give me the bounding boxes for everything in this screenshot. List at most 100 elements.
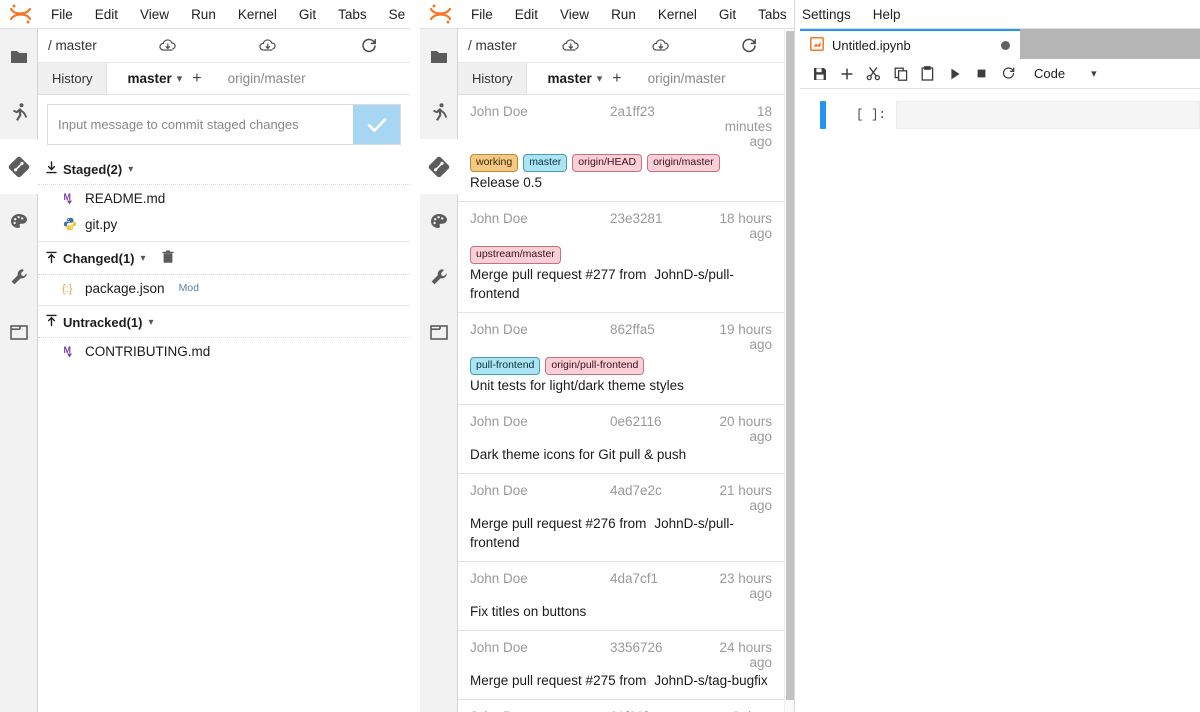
git-refresh-icon[interactable] (356, 33, 382, 59)
sidebar-item-git[interactable] (0, 139, 38, 194)
menu-file[interactable]: File (40, 0, 84, 29)
chevron-down-icon[interactable]: ▾ (128, 164, 133, 175)
save-icon[interactable] (806, 60, 833, 87)
commit-message-input[interactable] (48, 105, 353, 144)
sidebar-item-git[interactable] (420, 139, 458, 194)
sidebar-item-running-sessions[interactable] (420, 84, 458, 139)
commit-date: 24 hours ago (706, 640, 772, 670)
stop-icon[interactable] (968, 60, 995, 87)
section-staged[interactable]: Staged(2) ▾ (38, 153, 410, 185)
new-branch-button[interactable]: + (192, 71, 201, 87)
current-branch-label[interactable]: master (127, 71, 171, 86)
json-icon: {:} (62, 280, 77, 296)
commit-message: Merge pull request #276 fromJohnD-s/pull… (470, 515, 772, 551)
sidebar-item-running-sessions[interactable] (0, 84, 38, 139)
commit-date: 21 hours ago (706, 483, 772, 513)
menu-file[interactable]: File (460, 0, 504, 29)
restart-kernel-icon[interactable] (995, 60, 1022, 87)
list-item[interactable]: M README.md (38, 185, 410, 211)
section-changed-label: Changed(1) (63, 251, 135, 266)
menu-edit[interactable]: Edit (84, 0, 129, 29)
scissors-icon[interactable] (860, 60, 887, 87)
section-changed[interactable]: Changed(1) ▾ (38, 242, 410, 275)
unsaved-dot-icon (1001, 41, 1010, 50)
commit-author: John Doe (470, 571, 610, 586)
cell-type-value[interactable]: Code (1034, 66, 1065, 81)
menu-edit[interactable]: Edit (504, 0, 549, 29)
list-item[interactable]: {:} package.json Mod (38, 275, 410, 301)
commit-history-list[interactable]: John Doe 2a1ff23 18 minutes ago working … (458, 95, 784, 712)
plus-icon[interactable] (833, 60, 860, 87)
sidebar-item-property-inspector[interactable] (0, 249, 38, 304)
section-untracked[interactable]: Untracked(1) ▾ (38, 306, 410, 338)
tab-history[interactable]: History (38, 63, 107, 94)
sidebar-item-extensions[interactable] (0, 304, 38, 359)
chevron-down-icon[interactable]: ▾ (177, 72, 183, 85)
chevron-down-icon[interactable]: ▾ (1091, 67, 1097, 80)
current-branch-label[interactable]: master (547, 71, 591, 86)
commit-row[interactable]: John Doe 862ffa5 19 hours ago pull-front… (458, 313, 784, 405)
download-arrow-icon (46, 161, 57, 177)
sidebar-item-file-browser[interactable] (0, 29, 38, 84)
screenshot-root: File Edit View Run Kernel Git Tabs Se (0, 0, 1200, 712)
left-git-panel: / master (38, 29, 410, 712)
menu-tabs[interactable]: Tabs (327, 0, 378, 29)
menu-kernel[interactable]: Kernel (227, 0, 288, 29)
commit-author: John Doe (470, 322, 610, 337)
sidebar-item-extensions[interactable] (420, 304, 458, 359)
git-push-icon[interactable] (255, 33, 281, 59)
new-branch-button[interactable]: + (612, 71, 621, 87)
commit-row[interactable]: John Doe 61f99fe 2 days ago Fix typo in … (458, 700, 784, 712)
notebook-cell[interactable]: [ ]: (800, 101, 1200, 129)
clipboard-icon[interactable] (914, 60, 941, 87)
menu-git[interactable]: Git (288, 0, 327, 29)
commit-row[interactable]: John Doe 2a1ff23 18 minutes ago working … (458, 95, 784, 202)
tab-history[interactable]: History (458, 63, 527, 94)
chevron-down-icon[interactable]: ▾ (597, 72, 603, 85)
git-pull-icon[interactable] (155, 33, 181, 59)
menu-help[interactable]: Help (862, 0, 912, 29)
commit-row[interactable]: John Doe 3356726 24 hours ago Merge pull… (458, 631, 784, 700)
sidebar-item-themes[interactable] (420, 194, 458, 249)
ref-badge: origin/HEAD (572, 154, 642, 172)
sidebar-item-file-browser[interactable] (420, 29, 458, 84)
list-item[interactable]: M CONTRIBUTING.md (38, 338, 410, 364)
menu-run[interactable]: Run (180, 0, 227, 29)
discard-changes-trash-icon[interactable] (162, 250, 174, 267)
commit-message-line2: JohnD-s/tag-bugfix (654, 673, 767, 688)
sidebar-item-themes[interactable] (0, 194, 38, 249)
file-name: CONTRIBUTING.md (85, 344, 210, 359)
copy-icon[interactable] (887, 60, 914, 87)
composite-gap-1 (410, 0, 420, 712)
list-item[interactable]: git.py (38, 211, 410, 237)
notebook-tabbar: Untitled.ipynb (800, 29, 1200, 59)
window-edge-divider (794, 0, 795, 712)
menu-tabs[interactable]: Tabs (747, 0, 795, 29)
untracked-file-list: M CONTRIBUTING.md (38, 338, 410, 364)
menu-view[interactable]: View (549, 0, 600, 29)
chevron-down-icon[interactable]: ▾ (141, 253, 146, 264)
commit-message-line1: Merge pull request #277 from (470, 267, 646, 282)
menu-git[interactable]: Git (708, 0, 747, 29)
commit-hash: 4da7cf1 (610, 571, 706, 586)
git-push-icon[interactable] (648, 33, 674, 59)
menu-run[interactable]: Run (600, 0, 647, 29)
commit-row[interactable]: John Doe 23e3281 18 hours ago upstream/m… (458, 202, 784, 313)
left-jupyterlab-window: File Edit View Run Kernel Git Tabs Se (0, 0, 410, 712)
commit-submit-button[interactable] (353, 105, 400, 144)
sidebar-item-property-inspector[interactable] (420, 249, 458, 304)
play-icon[interactable] (941, 60, 968, 87)
git-refresh-icon[interactable] (736, 33, 762, 59)
menu-view[interactable]: View (129, 0, 180, 29)
menu-settings[interactable]: Se (378, 0, 410, 29)
git-toolbar: / master (458, 29, 784, 63)
menu-kernel[interactable]: Kernel (647, 0, 708, 29)
cell-input-editor[interactable] (896, 101, 1200, 129)
git-pull-icon[interactable] (558, 33, 584, 59)
commit-row[interactable]: John Doe 4da7cf1 23 hours ago Fix titles… (458, 562, 784, 631)
chevron-down-icon[interactable]: ▾ (148, 317, 153, 328)
commit-row[interactable]: John Doe 0e62116 20 hours ago Dark theme… (458, 405, 784, 474)
tab-untitled-ipynb[interactable]: Untitled.ipynb (800, 29, 1020, 59)
commit-row[interactable]: John Doe 4ad7e2c 21 hours ago Merge pull… (458, 474, 784, 561)
menu-settings[interactable]: Settings (800, 0, 862, 29)
